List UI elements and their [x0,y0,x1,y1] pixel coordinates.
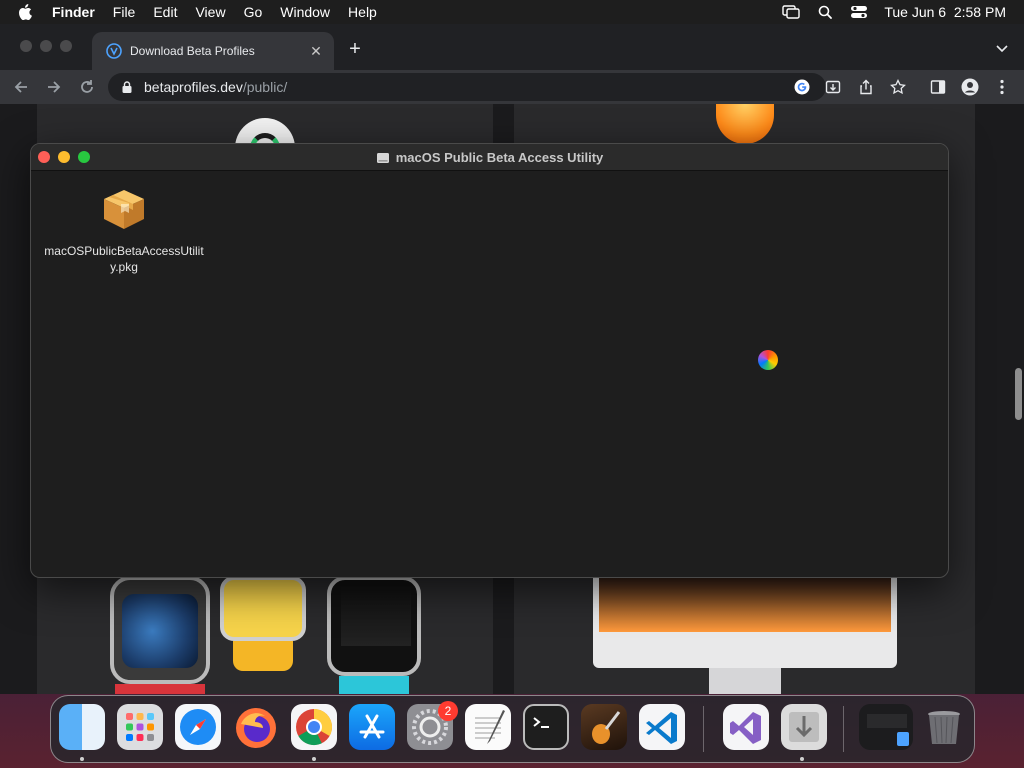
dock-vscode-icon[interactable] [639,704,685,750]
finder-window-title: macOS Public Beta Access Utility [395,150,604,165]
bookmark-star-icon[interactable] [888,77,908,97]
dock-separator [843,706,844,752]
pkg-file-item[interactable]: macOSPublicBetaAccessUtility.pkg [39,184,209,275]
new-tab-button[interactable]: + [344,38,366,60]
menu-edit[interactable]: Edit [153,4,177,20]
share-icon[interactable] [856,77,876,97]
window-zoom-button[interactable] [60,40,72,52]
tab-title: Download Beta Profiles [130,44,255,58]
page-scrollbar[interactable] [1015,368,1022,420]
spinning-wait-cursor-icon [758,350,778,370]
dock-trash-icon[interactable] [921,704,967,750]
forward-arrow-icon[interactable] [43,76,65,98]
menu-finder[interactable]: Finder [52,4,95,20]
dock-textedit-icon[interactable] [465,704,511,750]
dock: 2 [50,695,975,763]
watch-image [327,576,421,676]
menu-go[interactable]: Go [244,4,263,20]
tab-download-beta-profiles[interactable]: Download Beta Profiles ✕ [92,32,334,70]
window-close-button[interactable] [20,40,32,52]
screen-mirroring-icon[interactable] [782,3,801,21]
dock-downloads-stack-icon[interactable] [859,704,913,750]
pkg-file-name: macOSPublicBetaAccessUtility.pkg [44,244,204,274]
finder-titlebar[interactable]: macOS Public Beta Access Utility [31,144,948,171]
dock-separator [703,706,704,752]
disk-image-icon [376,152,389,163]
package-icon[interactable] [99,184,149,234]
dock-running-indicator [800,757,804,761]
settings-notification-badge: 2 [438,701,458,721]
menu-view[interactable]: View [195,4,225,20]
browser-menu-icon[interactable] [992,77,1012,97]
menu-clock[interactable]: Tue Jun 6 2:58 PM [884,4,1006,20]
url-text[interactable]: betaprofiles.dev/public/ [144,79,287,95]
back-arrow-icon[interactable] [10,76,32,98]
apple-menu-icon[interactable] [14,0,36,24]
install-app-icon[interactable] [823,77,843,97]
lock-icon[interactable] [120,80,134,94]
dock-launchpad-icon[interactable] [117,704,163,750]
dock-garageband-icon[interactable] [581,704,627,750]
tab-search-chevron-icon[interactable] [994,40,1010,56]
dock-finder-icon[interactable] [59,704,105,750]
imac-image [593,576,897,668]
window-minimize-button[interactable] [40,40,52,52]
menu-window[interactable]: Window [280,4,330,20]
spotlight-search-icon[interactable] [816,3,834,21]
site-favicon-icon [106,43,122,59]
tab-strip: Download Beta Profiles ✕ + [0,24,1024,70]
control-center-icon[interactable] [850,3,868,21]
google-lens-icon[interactable] [792,77,812,97]
profile-avatar-icon[interactable] [960,77,980,97]
dock-terminal-icon[interactable] [523,704,569,750]
desktop: Finder File Edit View Go Window Help Tue… [0,0,1024,768]
address-bar[interactable]: betaprofiles.dev/public/ [108,73,826,101]
menu-bar: Finder File Edit View Go Window Help Tue… [0,0,1024,24]
dock-installer-icon[interactable] [781,704,827,750]
watch-image [220,576,306,641]
menu-help[interactable]: Help [348,4,377,20]
dock-running-indicator [312,757,316,761]
dock-chrome-icon[interactable] [291,704,337,750]
url-path: /public/ [242,79,288,95]
dock-visual-studio-icon[interactable] [723,704,769,750]
macos-ventura-logo-icon [716,104,774,144]
dock-running-indicator [80,757,84,761]
dock-safari-icon[interactable] [175,704,221,750]
tab-close-icon[interactable]: ✕ [308,43,324,59]
dock-firefox-icon[interactable] [233,704,279,750]
dock-app-store-icon[interactable] [349,704,395,750]
browser-toolbar: betaprofiles.dev/public/ [0,70,1024,104]
reload-icon[interactable] [76,76,98,98]
watch-image [110,576,210,684]
side-panel-icon[interactable] [928,77,948,97]
finder-window: macOS Public Beta Access Utility macOSPu… [30,143,949,578]
menu-file[interactable]: File [113,4,136,20]
url-host: betaprofiles.dev [144,79,243,95]
